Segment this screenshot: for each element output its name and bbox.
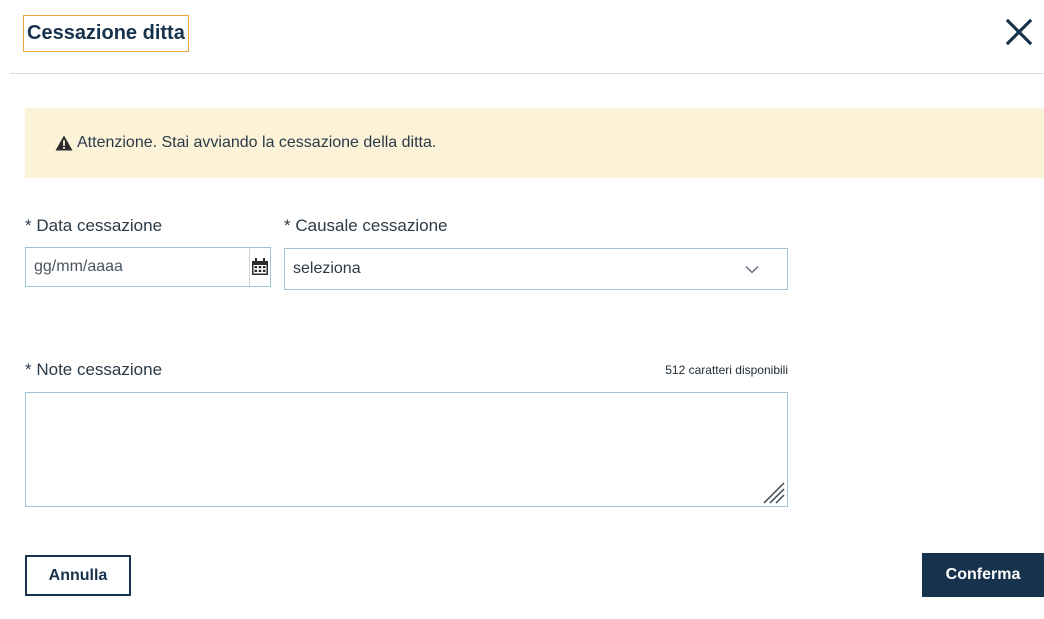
char-counter: 512 caratteri disponibili <box>665 363 788 377</box>
alert-text: Attenzione. Stai avviando la cessazione … <box>77 134 437 151</box>
warning-alert: Attenzione. Stai avviando la cessazione … <box>25 108 1044 178</box>
close-button[interactable] <box>1001 14 1037 50</box>
causale-select[interactable]: seleziona <box>284 248 788 290</box>
notes-textarea-container <box>25 392 788 507</box>
modal-title: Cessazione ditta <box>23 15 189 52</box>
header-divider <box>10 73 1044 74</box>
date-input[interactable] <box>26 248 249 286</box>
resize-handle-icon[interactable] <box>759 478 785 504</box>
chevron-down-icon <box>745 265 759 273</box>
warning-icon <box>55 135 73 151</box>
causale-selected-value: seleziona <box>293 260 361 277</box>
causale-label: * Causale cessazione <box>284 216 448 235</box>
notes-label: * Note cessazione <box>25 360 163 379</box>
date-label: * Data cessazione <box>25 216 163 235</box>
close-icon <box>1005 18 1033 46</box>
calendar-icon <box>252 258 268 275</box>
calendar-button[interactable] <box>249 248 270 286</box>
cancel-button[interactable]: Annulla <box>25 555 131 596</box>
confirm-button[interactable]: Conferma <box>922 553 1044 597</box>
date-field <box>25 247 271 287</box>
notes-textarea[interactable] <box>26 393 787 506</box>
